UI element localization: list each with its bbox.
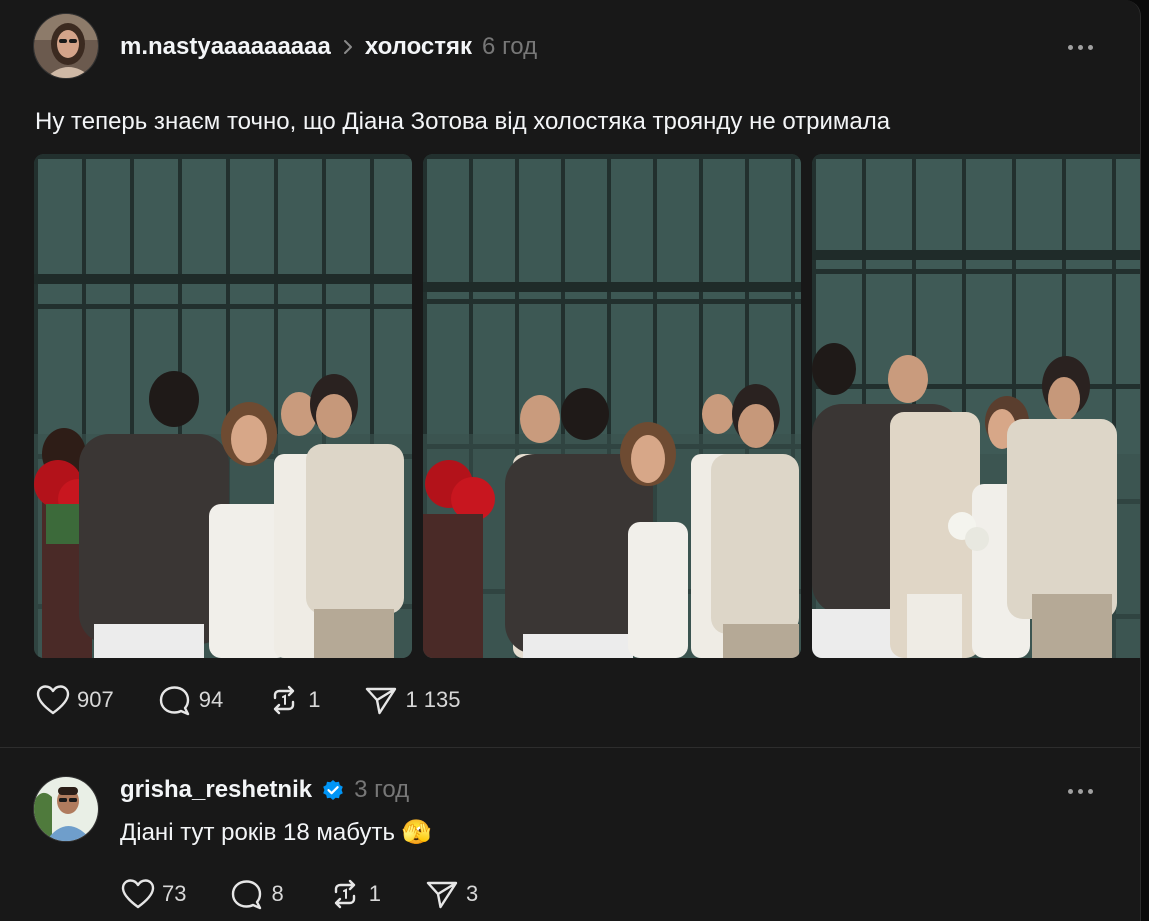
post-action-bar: 907 94 1 1 135 — [36, 684, 505, 716]
post-like-button[interactable]: 907 — [36, 684, 114, 716]
thread-card: m.nastyaaaaaaaaa холостяк 6 год Ну тепер… — [0, 0, 1141, 921]
comment-bubble-icon — [230, 878, 264, 910]
repost-icon — [328, 878, 362, 910]
send-icon — [364, 684, 398, 716]
reply-comment-button[interactable]: 8 — [230, 878, 284, 910]
send-icon — [425, 878, 459, 910]
reply-text: Діані тут років 18 мабуть 🫣 — [120, 819, 432, 846]
post-more-options-icon[interactable] — [1060, 37, 1100, 57]
thread-divider — [0, 747, 1140, 748]
post-photo-2[interactable] — [423, 154, 801, 658]
avatar-photo — [34, 14, 98, 78]
like-count: 73 — [162, 881, 187, 906]
like-count: 907 — [77, 687, 114, 712]
post-photo-carousel[interactable] — [34, 154, 1140, 658]
avatar-photo — [34, 777, 98, 841]
post-repost-button[interactable]: 1 — [267, 684, 320, 716]
reply-repost-button[interactable]: 1 — [328, 878, 381, 910]
reply-username[interactable]: grisha_reshetnik — [120, 776, 312, 804]
heart-icon — [36, 684, 70, 716]
post-text: Ну теперь знаєм точно, що Діана Зотова в… — [35, 108, 891, 135]
reply-share-button[interactable]: 3 — [425, 878, 478, 910]
reply-time[interactable]: 3 год — [354, 776, 409, 804]
comment-bubble-icon — [158, 684, 192, 716]
post-username[interactable]: m.nastyaaaaaaaaa — [120, 33, 331, 61]
comment-count: 94 — [198, 687, 224, 712]
heart-icon — [121, 878, 155, 910]
reply-more-options-icon[interactable] — [1060, 781, 1100, 801]
post-topic-link[interactable]: холостяк — [365, 33, 472, 61]
repost-count: 1 — [368, 881, 381, 906]
reply-action-bar: 73 8 1 3 — [121, 878, 522, 910]
comment-count: 8 — [271, 881, 284, 906]
chevron-right-icon — [341, 38, 355, 56]
post-share-button[interactable]: 1 135 — [364, 684, 461, 716]
post-time[interactable]: 6 год — [482, 33, 537, 61]
repost-icon — [267, 684, 301, 716]
post-photo-1[interactable] — [34, 154, 412, 658]
post-author-avatar[interactable] — [33, 13, 99, 79]
reply-author-avatar[interactable] — [33, 776, 99, 842]
share-count: 1 135 — [405, 687, 461, 712]
repost-count: 1 — [308, 687, 321, 712]
post-photo-3[interactable] — [812, 154, 1140, 658]
post-comment-button[interactable]: 94 — [158, 684, 223, 716]
reply-like-button[interactable]: 73 — [121, 878, 186, 910]
verified-badge-icon — [322, 779, 344, 801]
share-count: 3 — [465, 881, 479, 906]
